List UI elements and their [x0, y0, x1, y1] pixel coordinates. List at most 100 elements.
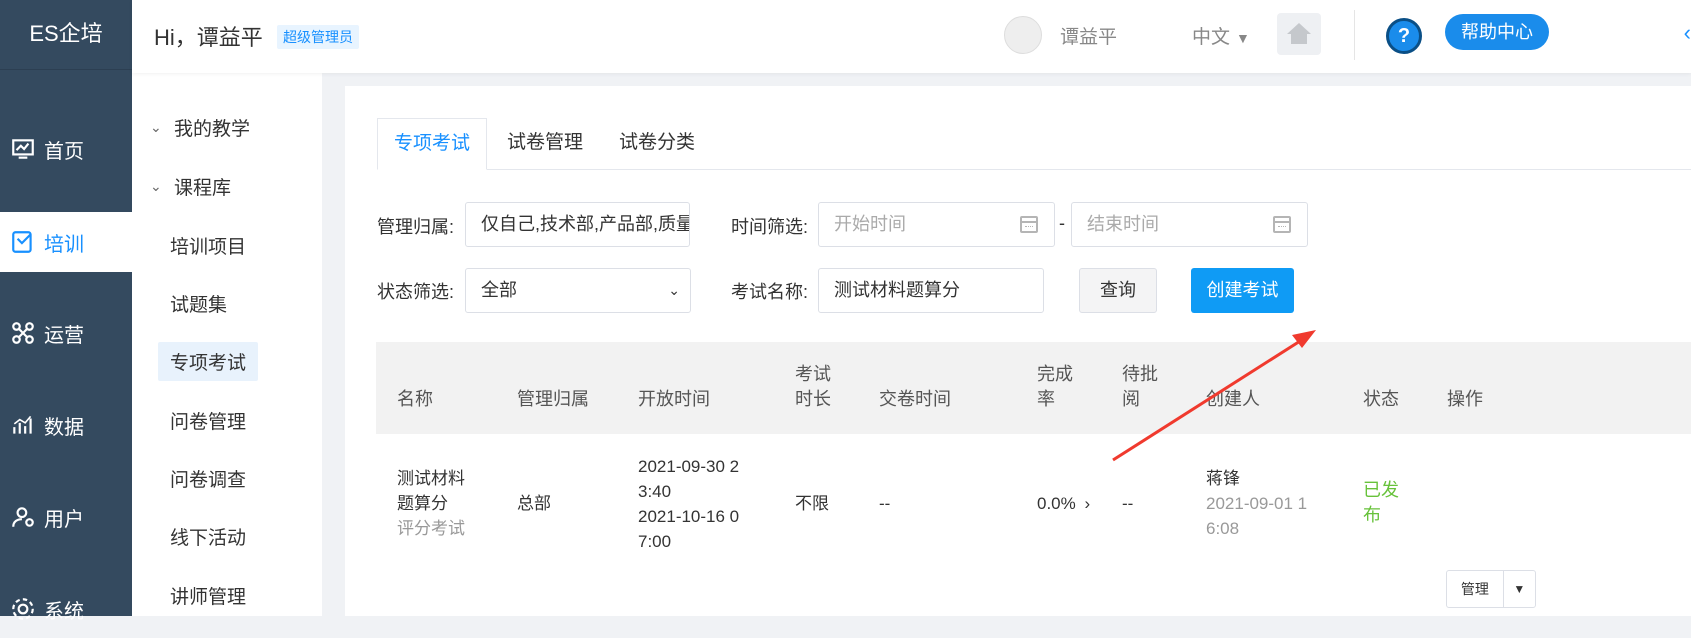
- nav-label-training: 培训: [44, 233, 84, 256]
- creator-name: 蒋锋: [1206, 469, 1240, 488]
- col-actions: 操作: [1447, 389, 1483, 409]
- cell-creator: 蒋锋 2021-09-01 1 6:08: [1206, 466, 1307, 541]
- owner-select[interactable]: 仅自己,技术部,产品部,质量部: [465, 202, 690, 247]
- col-submit-time: 交卷时间: [879, 389, 951, 409]
- nav-label-operations: 运营: [44, 324, 84, 347]
- col-duration-line1: 考试: [795, 364, 831, 384]
- col-completion: 完成 率: [1037, 362, 1073, 412]
- avatar[interactable]: [1004, 16, 1042, 54]
- open-time-line4: 7:00: [638, 532, 672, 551]
- subnav-item-label: 试题集: [170, 294, 228, 316]
- nav-item-system[interactable]: 系统: [0, 580, 132, 638]
- top-header: Hi，谭益平 超级管理员 谭益平 中文 ▼ ? 帮助中心 ‹: [132, 0, 1691, 73]
- subnav-group-my-teaching[interactable]: ⌄ 我的教学: [132, 109, 322, 145]
- subnav-item-label: 讲师管理: [170, 586, 247, 608]
- subnav-item-label: 专项考试: [158, 341, 259, 381]
- header-divider: [1354, 10, 1355, 60]
- exam-name-input[interactable]: 测试材料题算分: [818, 268, 1044, 313]
- help-icon[interactable]: ?: [1386, 18, 1422, 54]
- subnav-item-label: 问卷调查: [170, 469, 247, 491]
- main-sidebar: ES企培 首页 培训 运营 数据 用户 系统: [0, 0, 132, 623]
- col-owner: 管理归属: [517, 389, 589, 409]
- subnav-item-question-sets[interactable]: 试题集: [132, 285, 322, 321]
- col-pending: 待批 阅: [1122, 362, 1158, 412]
- nav-item-home[interactable]: 首页: [0, 120, 132, 178]
- nav-label-data: 数据: [44, 416, 84, 439]
- subnav-group-course-library[interactable]: ⌄ 课程库: [132, 168, 322, 204]
- subnav-item-training-projects[interactable]: 培训项目: [132, 227, 322, 263]
- cell-name[interactable]: 测试材料 题算分 评分考试: [397, 466, 465, 541]
- query-button[interactable]: 查询: [1079, 268, 1157, 313]
- subnav-item-survey[interactable]: 问卷调查: [132, 460, 322, 496]
- subnav-group-label: 课程库: [174, 177, 232, 199]
- main-panel: 专项考试 试卷管理 试卷分类 管理归属: 仅自己,技术部,产品部,质量部 时间筛…: [345, 86, 1691, 616]
- calendar-icon: [1273, 216, 1291, 233]
- calendar-icon: [1020, 216, 1038, 233]
- tab-paper-category[interactable]: 试卷分类: [607, 118, 707, 170]
- col-pending-line2: 阅: [1122, 389, 1140, 409]
- tab-paper-management[interactable]: 试卷管理: [495, 118, 595, 170]
- nav-item-operations[interactable]: 运营: [0, 304, 132, 362]
- status-line1: 已发: [1363, 480, 1399, 500]
- open-time-line1: 2021-09-30 2: [638, 457, 740, 476]
- chevron-right-icon: ›: [1084, 494, 1091, 513]
- nav-item-training[interactable]: 培训: [0, 212, 132, 272]
- created-time-line1: 2021-09-01 1: [1206, 494, 1308, 513]
- user-name[interactable]: 谭益平: [1060, 22, 1117, 49]
- start-time-input[interactable]: 开始时间: [818, 202, 1055, 247]
- chevron-left-icon[interactable]: ‹: [1684, 20, 1691, 46]
- cell-owner: 总部: [517, 494, 551, 513]
- subnav-item-label: 线下活动: [170, 527, 247, 549]
- end-time-input[interactable]: 结束时间: [1071, 202, 1308, 247]
- col-creator: 创建人: [1206, 389, 1260, 409]
- status-select-value: 全部: [481, 280, 517, 300]
- start-time-placeholder: 开始时间: [834, 214, 906, 234]
- tab-special-exam[interactable]: 专项考试: [377, 118, 487, 170]
- status-line2: 布: [1363, 505, 1381, 525]
- cell-completion[interactable]: 0.0% ›: [1037, 491, 1090, 516]
- subnav-group-label: 我的教学: [174, 118, 251, 140]
- end-time-placeholder: 结束时间: [1087, 214, 1159, 234]
- manage-button[interactable]: 管理: [1447, 571, 1504, 607]
- col-duration: 考试 时长: [795, 362, 831, 412]
- help-center-button[interactable]: 帮助中心: [1445, 14, 1549, 50]
- secondary-sidebar: ⌄ 我的教学 ⌄ 课程库 培训项目 试题集 专项考试 问卷管理 问卷调查 线下活…: [132, 0, 322, 616]
- create-exam-button[interactable]: 创建考试: [1191, 268, 1294, 313]
- exam-name-line1: 测试材料: [397, 469, 465, 488]
- language-selector[interactable]: 中文 ▼: [1192, 22, 1250, 49]
- table-row: 测试材料 题算分 评分考试 总部 2021-09-30 2 3:40 2021-…: [376, 434, 1691, 616]
- cell-open-time: 2021-09-30 2 3:40 2021-10-16 0 7:00: [638, 454, 739, 554]
- cell-duration: 不限: [795, 494, 829, 513]
- role-badge: 超级管理员: [277, 25, 359, 49]
- nav-item-data[interactable]: 数据: [0, 396, 132, 454]
- table-header: 名称 管理归属 开放时间 考试 时长 交卷时间 完成 率 待批 阅 创建人 状态…: [376, 342, 1691, 434]
- chevron-down-icon: ⌄: [668, 282, 680, 298]
- completion-value: 0.0%: [1037, 494, 1076, 513]
- exam-name-line2: 题算分: [397, 494, 448, 513]
- language-label: 中文: [1192, 27, 1231, 48]
- created-time-line2: 6:08: [1206, 519, 1240, 538]
- subnav-item-questionnaire-mgmt[interactable]: 问卷管理: [132, 402, 322, 438]
- chart-icon: [13, 415, 32, 434]
- manage-split-button: 管理 ▼: [1446, 570, 1536, 608]
- col-name: 名称: [397, 389, 433, 409]
- home-button[interactable]: [1277, 13, 1321, 55]
- subnav-item-special-exam[interactable]: 专项考试: [132, 341, 322, 381]
- col-open-time: 开放时间: [638, 389, 710, 409]
- nav-label-users: 用户: [44, 508, 84, 531]
- subnav-item-lecturer-mgmt[interactable]: 讲师管理: [132, 577, 322, 613]
- status-filter-label: 状态筛选:: [377, 282, 455, 302]
- caret-down-icon: ▼: [1236, 30, 1250, 46]
- time-filter-label: 时间筛选:: [731, 217, 809, 237]
- training-icon: [12, 231, 32, 253]
- subnav-item-label: 培训项目: [170, 236, 247, 258]
- greeting: Hi，谭益平: [154, 25, 263, 50]
- subnav-item-offline-activity[interactable]: 线下活动: [132, 518, 322, 554]
- col-pending-line1: 待批: [1122, 364, 1158, 384]
- status-select[interactable]: 全部 ⌄: [465, 268, 691, 313]
- chevron-down-icon: ⌄: [150, 118, 162, 135]
- dropdown-caret-icon[interactable]: ▼: [1504, 571, 1535, 607]
- home-icon: [1287, 23, 1311, 44]
- operations-icon: [12, 322, 34, 344]
- nav-item-users[interactable]: 用户: [0, 488, 132, 546]
